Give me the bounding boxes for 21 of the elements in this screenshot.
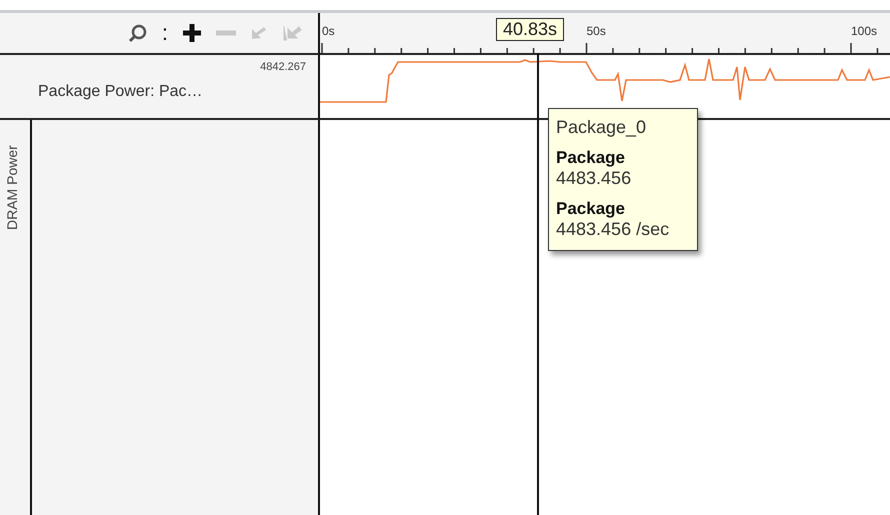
more-button[interactable]: : [162, 22, 168, 44]
arrow-icon [282, 24, 302, 42]
tooltip-title: Package_0 [556, 117, 648, 138]
time-label: 50s [586, 24, 606, 38]
time-label: 0s [322, 24, 335, 38]
plus-icon [182, 23, 202, 43]
max-value: 4842.267 [260, 61, 306, 73]
search-icon [128, 23, 148, 43]
arrow-icon [250, 25, 268, 41]
group-label: DRAM Power [4, 144, 20, 230]
cursor-time: 40.83s [496, 18, 564, 41]
tooltip-label: Package [556, 148, 626, 168]
tooltip-value: 4483.456 /sec [556, 219, 670, 240]
minus-icon [216, 29, 236, 37]
tooltip-label: Package [556, 199, 626, 219]
search-button[interactable] [128, 23, 148, 43]
track-name: Package Power: Pac… [38, 82, 203, 100]
tooltip-value: 4483.456 [556, 168, 632, 189]
track-header[interactable]: Package Power: Pac… 4842.267 [0, 55, 320, 120]
time-label: 100s [851, 24, 878, 38]
zoom-in-button[interactable] [182, 23, 202, 43]
